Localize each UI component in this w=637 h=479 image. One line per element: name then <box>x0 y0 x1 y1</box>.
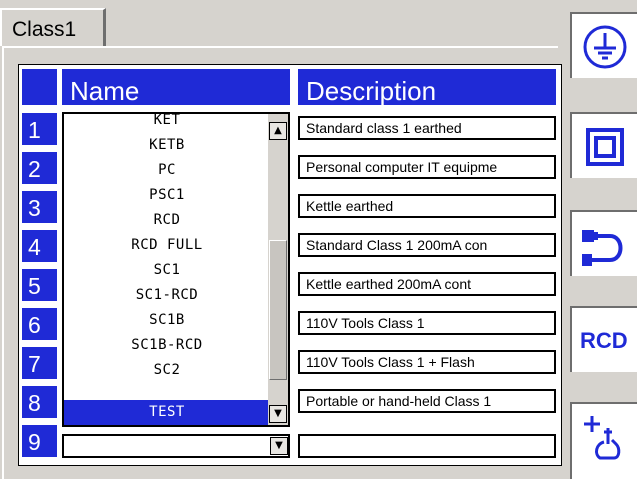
row-number: 3 <box>22 191 57 223</box>
list-item[interactable]: RCD FULL <box>64 233 270 258</box>
earth-button[interactable] <box>570 12 637 78</box>
description-field[interactable]: Standard Class 1 200mA con <box>298 233 556 257</box>
rcd-button[interactable]: RCD <box>570 306 637 372</box>
list-item[interactable]: KETB <box>64 133 270 158</box>
extension-lead-button[interactable] <box>570 210 637 276</box>
tab-class1[interactable]: Class1 <box>0 8 106 46</box>
list-item[interactable]: SC2 <box>64 358 270 383</box>
class2-button[interactable] <box>570 112 637 178</box>
description-field[interactable] <box>298 434 556 458</box>
description-field[interactable]: 110V Tools Class 1 <box>298 311 556 335</box>
row-number: 7 <box>22 347 57 379</box>
list-item[interactable]: KET <box>64 114 270 133</box>
description-field[interactable]: Kettle earthed <box>298 194 556 218</box>
row-number: 2 <box>22 152 57 184</box>
list-item[interactable]: PC <box>64 158 270 183</box>
list-item[interactable]: SC1 <box>64 258 270 283</box>
scroll-down-icon[interactable]: ▼ <box>269 405 287 423</box>
rcd-label: RCD <box>580 328 628 353</box>
list-item[interactable]: PSC1 <box>64 183 270 208</box>
name-dropdown-list[interactable]: KET KETB PC PSC1 RCD RCD FULL SC1 SC1-RC… <box>62 112 290 427</box>
list-item[interactable]: SC1-RCD <box>64 283 270 308</box>
row-number: 5 <box>22 269 57 301</box>
corner-header <box>22 69 57 105</box>
add-handheld-icon <box>584 416 621 460</box>
list-item-selected[interactable]: TEST <box>64 400 270 425</box>
description-column-header: Description <box>298 69 556 106</box>
list-item[interactable]: RCD <box>64 208 270 233</box>
double-insulation-icon <box>586 128 624 166</box>
description-field[interactable]: 110V Tools Class 1 + Flash <box>298 350 556 374</box>
description-field[interactable]: Kettle earthed 200mA cont <box>298 272 556 296</box>
description-field[interactable]: Portable or hand-held Class 1 <box>298 389 556 413</box>
list-item[interactable]: SC1B <box>64 308 270 333</box>
add-appliance-button[interactable] <box>570 402 637 479</box>
list-item[interactable]: SC1B-RCD <box>64 333 270 358</box>
description-field[interactable]: Personal computer IT equipme <box>298 155 556 179</box>
row-number: 4 <box>22 230 57 262</box>
description-field[interactable]: Standard class 1 earthed <box>298 116 556 140</box>
scrollbar-thumb[interactable] <box>269 240 287 380</box>
row-number: 9 <box>22 425 57 457</box>
dropdown-arrow-icon[interactable]: ▼ <box>270 437 288 455</box>
extension-lead-icon <box>582 230 623 266</box>
scroll-up-icon[interactable]: ▲ <box>269 122 287 140</box>
row-number: 1 <box>22 113 57 145</box>
name-select-row-9[interactable]: ▼ <box>62 434 290 458</box>
tab-label: Class1 <box>12 18 77 41</box>
name-column-header: Name <box>62 69 290 106</box>
earth-symbol-icon <box>583 25 627 69</box>
list-scrollbar[interactable]: ▲ ▼ <box>268 114 288 425</box>
row-number: 6 <box>22 308 57 340</box>
row-number: 8 <box>22 386 57 418</box>
